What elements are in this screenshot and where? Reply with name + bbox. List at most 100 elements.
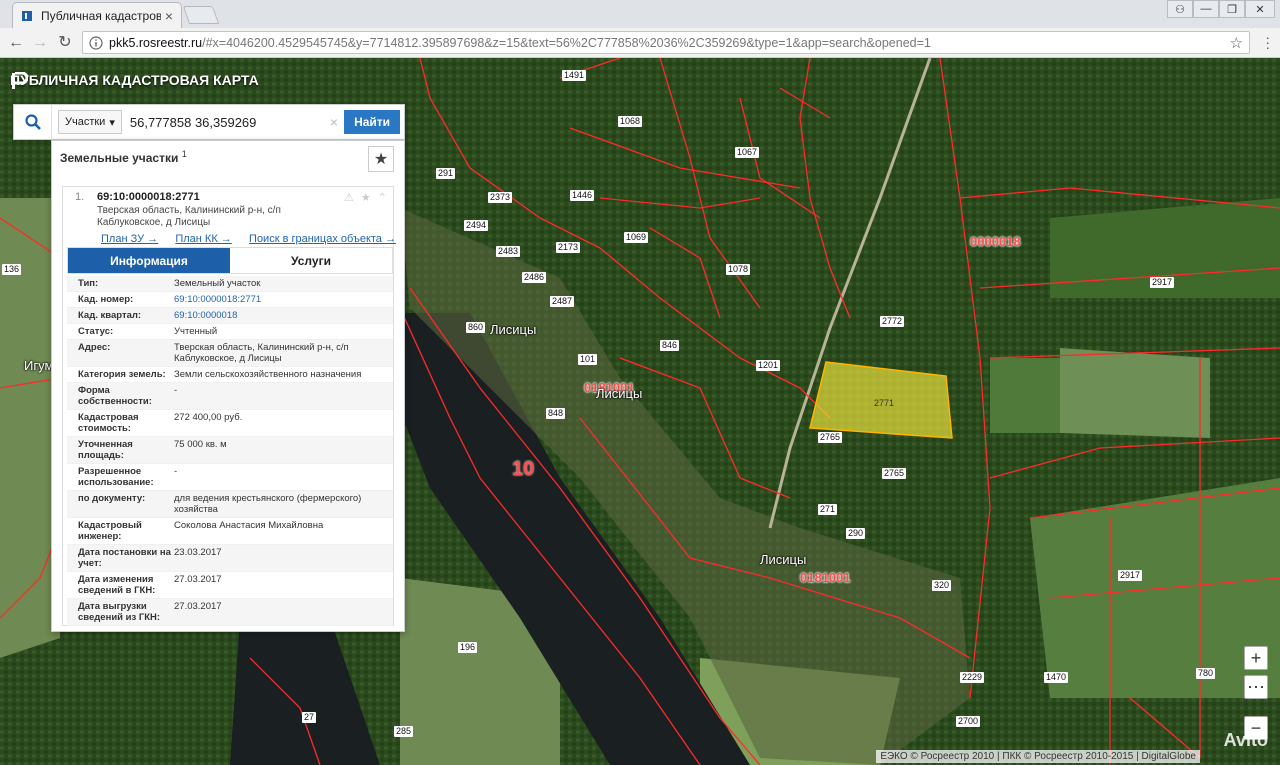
- attr-row: Дата постановки на учет: 23.03.2017: [67, 545, 393, 572]
- attr-row: Адрес: Тверская область, Калининский р-н,…: [67, 340, 393, 367]
- parcel-label[interactable]: 196: [458, 642, 478, 653]
- plan-zu-link[interactable]: План ЗУ →: [101, 233, 158, 245]
- search-bar: Участки ▾ × Найти: [13, 104, 405, 140]
- avito-watermark: Avito: [1223, 730, 1268, 750]
- minimize-button[interactable]: —: [1193, 0, 1219, 18]
- clear-search-icon[interactable]: ×: [330, 114, 338, 130]
- quarter-label: 0000018: [970, 234, 1021, 249]
- parcel-label[interactable]: 1078: [726, 264, 751, 275]
- attr-row: Форма собственности: -: [67, 383, 393, 410]
- bookmark-star-icon[interactable]: ☆: [1230, 34, 1243, 52]
- browser-menu-icon[interactable]: · · ·: [1265, 30, 1270, 54]
- place-label: Игум: [24, 358, 54, 373]
- parcel-label[interactable]: 2765: [882, 468, 907, 479]
- place-label: Лисицы: [760, 552, 807, 567]
- parcel-label[interactable]: 2917: [1150, 277, 1175, 288]
- tab-services[interactable]: Услуги: [230, 248, 392, 273]
- parcel-label[interactable]: 2373: [488, 192, 513, 203]
- parcel-label[interactable]: 1069: [624, 232, 649, 243]
- user-icon[interactable]: ⚇: [1167, 0, 1193, 18]
- browser-toolbar: ← → ↻ pkk5.rosreestr.ru /#x=4046200.4529…: [0, 28, 1280, 58]
- tab-title: Публичная кадастровая: [41, 8, 161, 23]
- attr-row: Уточненная площадь: 75 000 кв. м: [67, 437, 393, 464]
- result-number: 1.: [75, 191, 85, 203]
- favorite-star-icon[interactable]: ★: [368, 146, 394, 172]
- parcel-label[interactable]: 1470: [1044, 672, 1069, 683]
- new-tab-button[interactable]: [182, 6, 220, 24]
- card-action-icons[interactable]: ⚠ ★ ⌃: [344, 191, 389, 204]
- url-path: /#x=4046200.4529545745&y=7714812.3958976…: [202, 35, 931, 50]
- card-tabs: Информация Услуги: [67, 247, 393, 274]
- parcel-label[interactable]: 2917: [1118, 570, 1143, 581]
- results-count: 1: [181, 149, 187, 159]
- tab-close-icon[interactable]: ×: [165, 8, 173, 24]
- attributes-table: Тип: Земельный участок Кад. номер: 69:10:0…: [67, 276, 393, 626]
- parcel-label[interactable]: 2772: [880, 316, 905, 327]
- parcel-label[interactable]: 2483: [496, 246, 521, 257]
- parcel-label[interactable]: 2229: [960, 672, 985, 683]
- place-label: Лисицы: [490, 322, 537, 337]
- parcel-label[interactable]: 320: [932, 580, 952, 591]
- search-icon[interactable]: [14, 105, 52, 139]
- parcel-label[interactable]: 271: [818, 504, 838, 515]
- page-info-icon[interactable]: [89, 35, 103, 50]
- parcel-label[interactable]: 1446: [570, 190, 595, 201]
- parcel-label[interactable]: 290: [846, 528, 866, 539]
- parcel-label[interactable]: 285: [394, 726, 414, 737]
- search-input[interactable]: [129, 109, 330, 135]
- parcel-label[interactable]: 2486: [522, 272, 547, 283]
- cad-quarter-link[interactable]: 69:10:0000018: [174, 308, 393, 323]
- parcel-label[interactable]: 1067: [735, 147, 760, 158]
- attr-row: Разрешенное использование: -: [67, 464, 393, 491]
- parcel-label[interactable]: 291: [436, 168, 456, 179]
- attr-row: Дата выгрузки сведений из ГКН: 27.03.2017: [67, 599, 393, 626]
- place-label: Лисицы: [596, 386, 643, 401]
- search-in-bounds-link[interactable]: Поиск в границах объекта →: [249, 233, 396, 245]
- address-bar[interactable]: pkk5.rosreestr.ru /#x=4046200.4529545745…: [82, 31, 1250, 54]
- search-type-label: Участки: [65, 116, 106, 128]
- parcel-label[interactable]: 2173: [556, 242, 581, 253]
- plan-kk-link[interactable]: План КК →: [175, 233, 231, 245]
- parcel-label[interactable]: 1491: [562, 70, 587, 81]
- attr-row: по документу: для ведения крестьянского (…: [67, 491, 393, 518]
- parcel-label[interactable]: 1068: [618, 116, 643, 127]
- parcel-label[interactable]: 848: [546, 408, 566, 419]
- zoom-in-button[interactable]: +: [1244, 646, 1268, 670]
- close-window-button[interactable]: ✕: [1245, 0, 1275, 18]
- browser-tab[interactable]: Публичная кадастровая ×: [12, 2, 182, 28]
- parcel-label[interactable]: 101: [578, 354, 598, 365]
- zoom-options-button[interactable]: ⋯: [1244, 675, 1268, 699]
- cad-number-link[interactable]: 69:10:0000018:2771: [174, 292, 393, 307]
- forward-icon[interactable]: →: [30, 33, 50, 53]
- attr-row: Кад. номер: 69:10:0000018:2771: [67, 292, 393, 308]
- parcel-label[interactable]: 2494: [464, 220, 489, 231]
- result-address: Тверская область, Калининский р-н, с/п К…: [97, 205, 281, 228]
- results-panel: Земельные участки 1 ★ 1. 69:10:0000018:2…: [51, 140, 405, 632]
- chevron-down-icon: ▾: [109, 116, 115, 129]
- selected-parcel-label[interactable]: 2771: [872, 398, 896, 409]
- back-icon[interactable]: ←: [6, 33, 26, 53]
- attr-row: Кадастровый инженер: Соколова Анастасия М…: [67, 518, 393, 545]
- parcel-label[interactable]: 2765: [818, 432, 843, 443]
- parcel-label[interactable]: 2487: [550, 296, 575, 307]
- results-title: Земельные участки 1: [60, 149, 187, 165]
- parcel-label[interactable]: 27: [302, 712, 317, 723]
- search-button[interactable]: Найти: [344, 110, 401, 134]
- rosreestr-logo-icon: [12, 72, 28, 89]
- parcel-label[interactable]: 860: [466, 322, 486, 333]
- attr-row: Кадастровая стоимость: 272 400,00 руб.: [67, 410, 393, 437]
- river-number-label: 10: [512, 458, 535, 480]
- parcel-label[interactable]: 1201: [756, 360, 781, 371]
- cadastral-number[interactable]: 69:10:0000018:2771: [97, 191, 200, 203]
- search-type-dropdown[interactable]: Участки ▾: [58, 110, 122, 134]
- parcel-label[interactable]: 846: [660, 340, 680, 351]
- parcel-label[interactable]: 780: [1196, 668, 1216, 679]
- attr-row: Категория земель: Земли сельскохозяйствен…: [67, 367, 393, 383]
- tab-information[interactable]: Информация: [68, 248, 230, 273]
- maximize-button[interactable]: ❐: [1219, 0, 1245, 18]
- quarter-label: 0181001: [800, 570, 851, 585]
- parcel-label[interactable]: 136: [2, 264, 22, 275]
- url-host: pkk5.rosreestr.ru: [109, 35, 203, 50]
- reload-icon[interactable]: ↻: [55, 33, 75, 53]
- parcel-label[interactable]: 2700: [956, 716, 981, 727]
